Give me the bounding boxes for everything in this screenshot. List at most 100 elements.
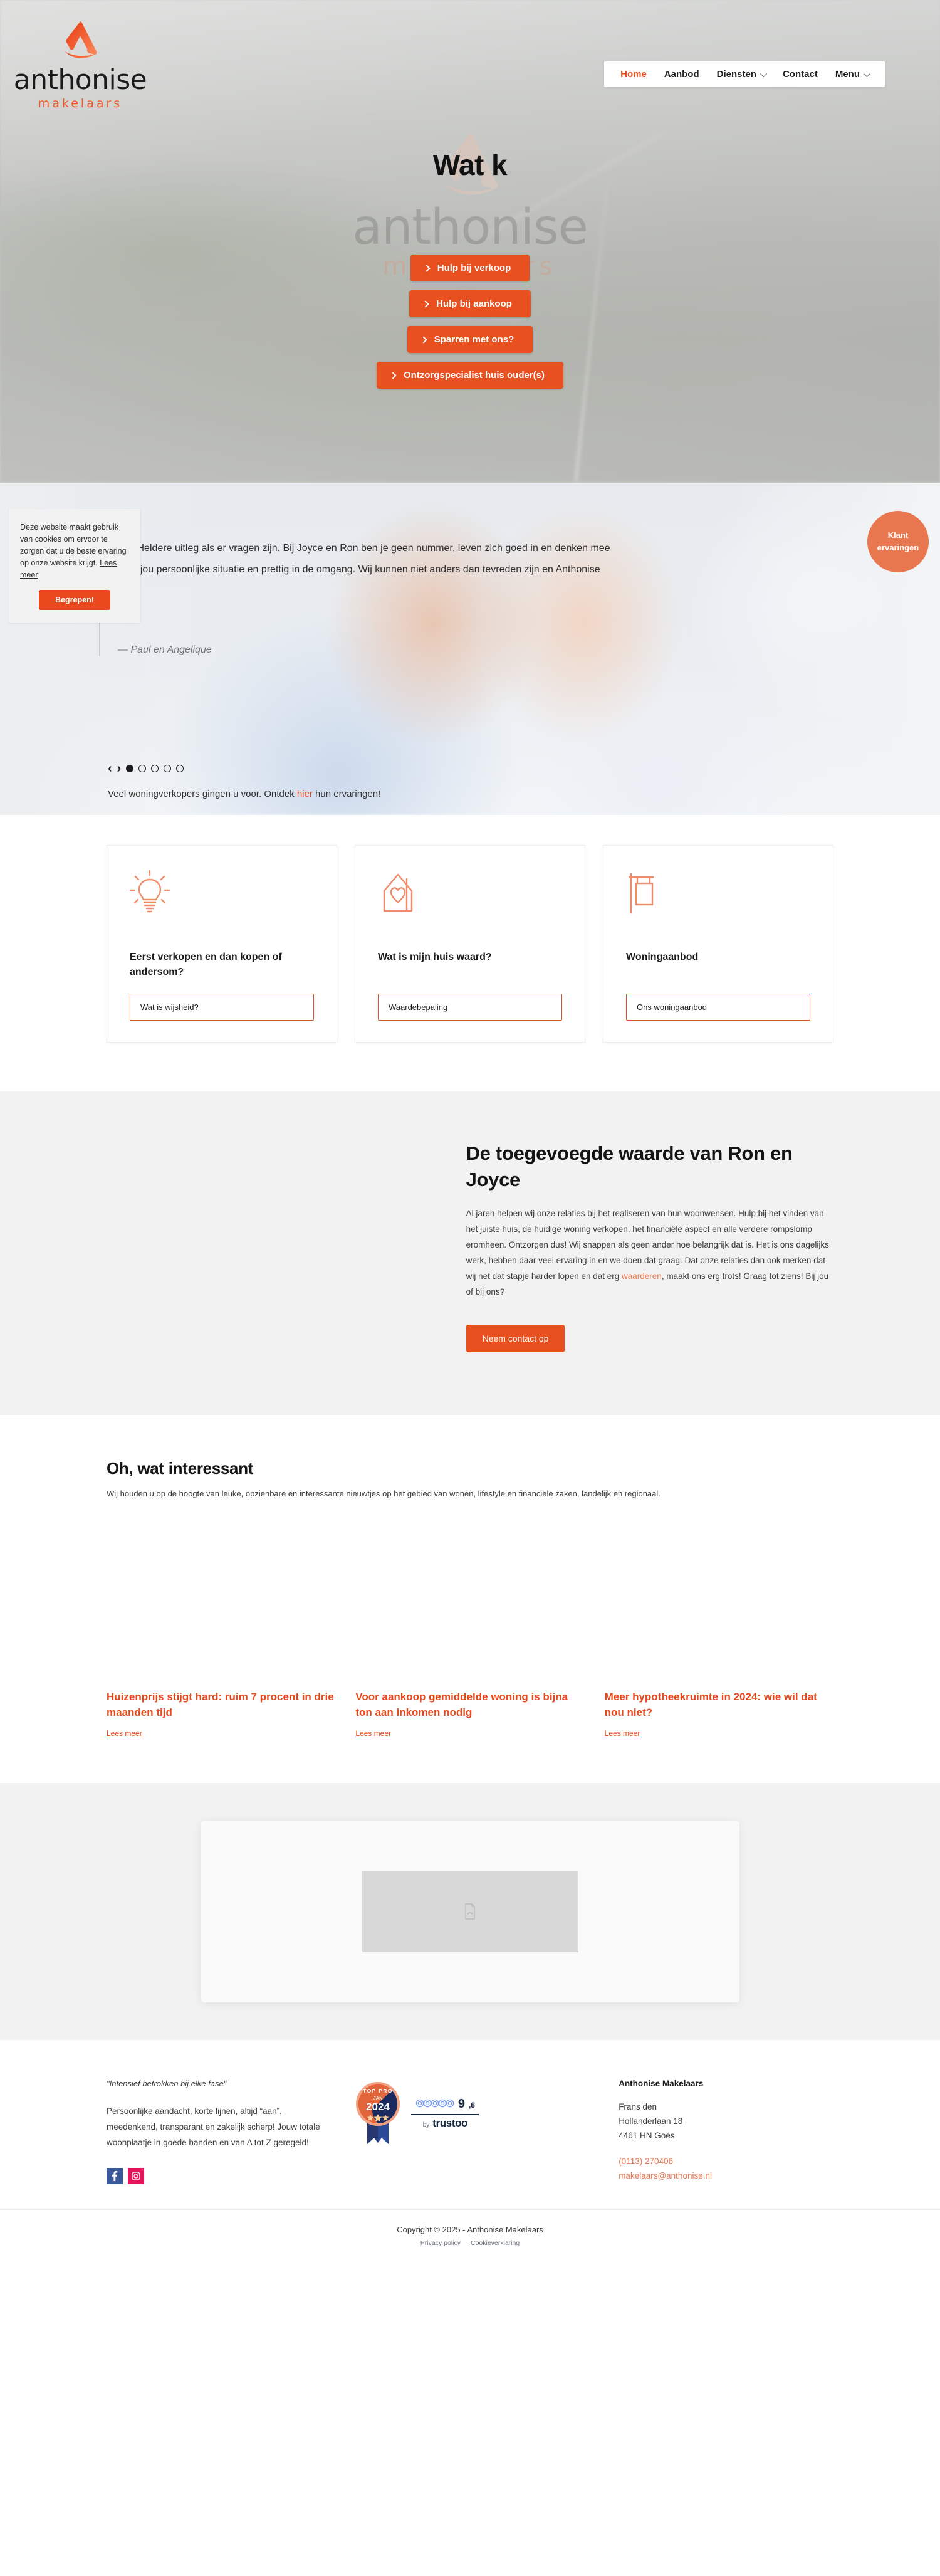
footer-company-name: Anthonise Makelaars [619, 2079, 704, 2088]
nav-label-contact: Contact [782, 69, 818, 80]
news-section-title: Oh, wat interessant [107, 1459, 254, 1478]
footer-body: Persoonlijke aandacht, korte lijnen, alt… [107, 2106, 320, 2147]
for-sale-sign-icon [629, 873, 654, 913]
logo-wordmark: anthonise [13, 64, 147, 96]
hero-button-ontzorgspecialist[interactable]: Ontzorgspecialist huis ouder(s) [376, 362, 564, 389]
card-title: Wat is mijn huis waard? [378, 952, 492, 962]
value-body-link-waarderen[interactable]: waarderen [622, 1271, 662, 1281]
testimonial-footer-post: hun ervaringen! [312, 789, 381, 799]
news-read-more-link[interactable]: Lees meer [605, 1729, 640, 1738]
footer-address-line-1: Frans den [619, 2102, 657, 2111]
footer-phone-link[interactable]: (0113) 270406 [619, 2154, 833, 2169]
main-navigation[interactable]: Home Aanbod Diensten Contact Menu [604, 61, 885, 87]
value-right-column: De toegevoegde waarde van Ron en Joyce A… [441, 1140, 833, 1352]
testimonial-carousel-controls[interactable]: ‹ › [108, 762, 184, 775]
feature-cards-row: Eerst verkopen en dan kopen of andersom?… [107, 845, 833, 1043]
nav-item-contact[interactable]: Contact [783, 69, 818, 80]
hero-title: Wat k [432, 149, 508, 181]
footer-quote: "Intensief betrokken bij elke fase" [107, 2079, 227, 2088]
card-button-ons-woningaanbod[interactable]: Ons woningaanbod [626, 994, 810, 1021]
carousel-dot-3[interactable] [151, 765, 159, 772]
trustoo-score: 9 [457, 2097, 465, 2111]
copyright-bar: Copyright © 2025 - Anthonise Makelaars P… [0, 2209, 940, 2268]
hero-button-label: Sparren met ons? [434, 334, 514, 345]
value-left-empty [107, 1140, 441, 1352]
legal-links: Privacy policy Cookieverklaring [0, 2239, 940, 2247]
testimonial-footer-text: Veel woningverkopers gingen u voor. Ontd… [108, 789, 380, 799]
broken-image-icon [465, 1903, 475, 1920]
chevron-right-icon [389, 371, 397, 379]
testimonial-section: eikbaar. Heldere uitleg als er vragen zi… [0, 483, 940, 815]
carousel-dot-4[interactable] [164, 765, 172, 772]
footer-address: Frans den Hollanderlaan 18 4461 HN Goes [619, 2100, 833, 2143]
nav-item-menu[interactable]: Menu [835, 69, 871, 80]
carousel-prev-icon[interactable]: ‹ [108, 762, 112, 775]
site-logo[interactable]: anthonise makelaars [5, 19, 155, 110]
feature-card-woningaanbod[interactable]: Woningaanbod Ons woningaanbod [603, 845, 833, 1043]
cookieverklaring-link[interactable]: Cookieverklaring [471, 2239, 520, 2247]
footer-about-column: "Intensief betrokken bij elke fase" Pers… [107, 2079, 353, 2184]
chevron-right-icon [420, 335, 427, 344]
hero-button-sparren-met-ons[interactable]: Sparren met ons? [407, 326, 533, 353]
carousel-dot-2[interactable] [138, 765, 147, 772]
testimonial-quote: eikbaar. Heldere uitleg als er vragen zi… [99, 538, 820, 581]
card-icon-wrap [626, 870, 810, 917]
feature-cards-section: Eerst verkopen en dan kopen of andersom?… [0, 815, 940, 1091]
news-read-more-link[interactable]: Lees meer [355, 1729, 391, 1738]
hero-content: anthonise makelaars Wat k Hulp bij verko… [0, 134, 940, 389]
klant-tab-line-2: ervaringen [877, 543, 919, 552]
card-icon-wrap [129, 870, 314, 917]
hero-button-hulp-bij-verkoop[interactable]: Hulp bij verkoop [410, 255, 530, 281]
footer-badges-column: TOP PRO JAN 2024 9 ,8 by trustoo [353, 2079, 593, 2184]
testimonial-quote-line-2: ericht op jou persoonlijke situatie en p… [99, 564, 600, 575]
privacy-policy-link[interactable]: Privacy policy [420, 2239, 461, 2247]
carousel-next-icon[interactable]: › [117, 762, 122, 775]
trustoo-rating-widget: 9 ,8 by trustoo [411, 2097, 479, 2130]
footer-email-link[interactable]: makelaars@anthonise.nl [619, 2169, 833, 2183]
feature-card-verkopen-kopen[interactable]: Eerst verkopen en dan kopen of andersom?… [107, 845, 337, 1043]
news-headline[interactable]: Meer hypotheekruimte in 2024: wie wil da… [605, 1689, 833, 1720]
copyright-text: Copyright © 2025 - Anthonise Makelaars [397, 2225, 543, 2234]
svg-text:2024: 2024 [366, 2101, 390, 2113]
hero-button-hulp-bij-aankoop[interactable]: Hulp bij aankoop [409, 290, 531, 317]
news-items-row: Huizenprijs stijgt hard: ruim 7 procent … [107, 1689, 833, 1783]
footer-contact-column: Anthonise Makelaars Frans den Hollanderl… [593, 2079, 833, 2184]
value-body-part-1: Al jaren helpen wij onze relaties bij he… [466, 1209, 829, 1281]
klant-ervaringen-tab[interactable]: Klant ervaringen [867, 511, 929, 572]
news-section-subtitle: Wij houden u op de hoogte van leuke, opz… [107, 1489, 661, 1498]
news-item[interactable]: Huizenprijs stijgt hard: ruim 7 procent … [107, 1689, 335, 1739]
footer-social-links [107, 2168, 328, 2184]
testimonial-author: — Paul en Angelique [118, 644, 212, 655]
instagram-icon[interactable] [128, 2168, 144, 2184]
facebook-icon[interactable] [107, 2168, 123, 2184]
neem-contact-op-button[interactable]: Neem contact op [466, 1325, 565, 1352]
testimonial-footer-link[interactable]: hier [297, 789, 313, 799]
card-button-wat-is-wijsheid[interactable]: Wat is wijsheid? [130, 994, 314, 1021]
nav-item-home[interactable]: Home [620, 69, 647, 80]
carousel-dot-5[interactable] [176, 765, 184, 772]
trustoo-divider [411, 2114, 479, 2115]
facebook-glyph [112, 2171, 118, 2181]
news-item[interactable]: Meer hypotheekruimte in 2024: wie wil da… [605, 1689, 833, 1739]
carousel-dot-1[interactable] [126, 765, 134, 772]
house-heart-icon [383, 873, 413, 912]
nav-item-aanbod[interactable]: Aanbod [664, 69, 699, 80]
nav-label-diensten: Diensten [716, 69, 756, 80]
chevron-right-icon [423, 264, 431, 272]
news-item[interactable]: Voor aankoop gemiddelde woning is bijna … [355, 1689, 584, 1739]
news-headline[interactable]: Voor aankoop gemiddelde woning is bijna … [355, 1689, 584, 1720]
card-button-waardebepaling[interactable]: Waardebepaling [378, 994, 562, 1021]
nav-item-diensten[interactable]: Diensten [716, 69, 768, 80]
news-headline[interactable]: Huizenprijs stijgt hard: ruim 7 procent … [107, 1689, 335, 1720]
feature-card-huis-waard[interactable]: Wat is mijn huis waard? Waardebepaling [355, 845, 585, 1043]
chevron-down-icon [863, 70, 871, 77]
news-wrap: Oh, wat interessant Wij houden u op de h… [107, 1459, 833, 1783]
hero-button-label: Hulp bij aankoop [436, 298, 512, 309]
value-title: De toegevoegde waarde van Ron en Joyce [466, 1142, 793, 1191]
nav-label-home: Home [620, 69, 647, 80]
cookie-accept-button[interactable]: Begrepen! [39, 590, 110, 610]
trustoo-score-row: 9 ,8 [415, 2097, 475, 2111]
card-icon-wrap [378, 870, 562, 917]
hero-cta-group: Hulp bij verkoop Hulp bij aankoop Sparre… [376, 255, 564, 389]
news-read-more-link[interactable]: Lees meer [107, 1729, 142, 1738]
